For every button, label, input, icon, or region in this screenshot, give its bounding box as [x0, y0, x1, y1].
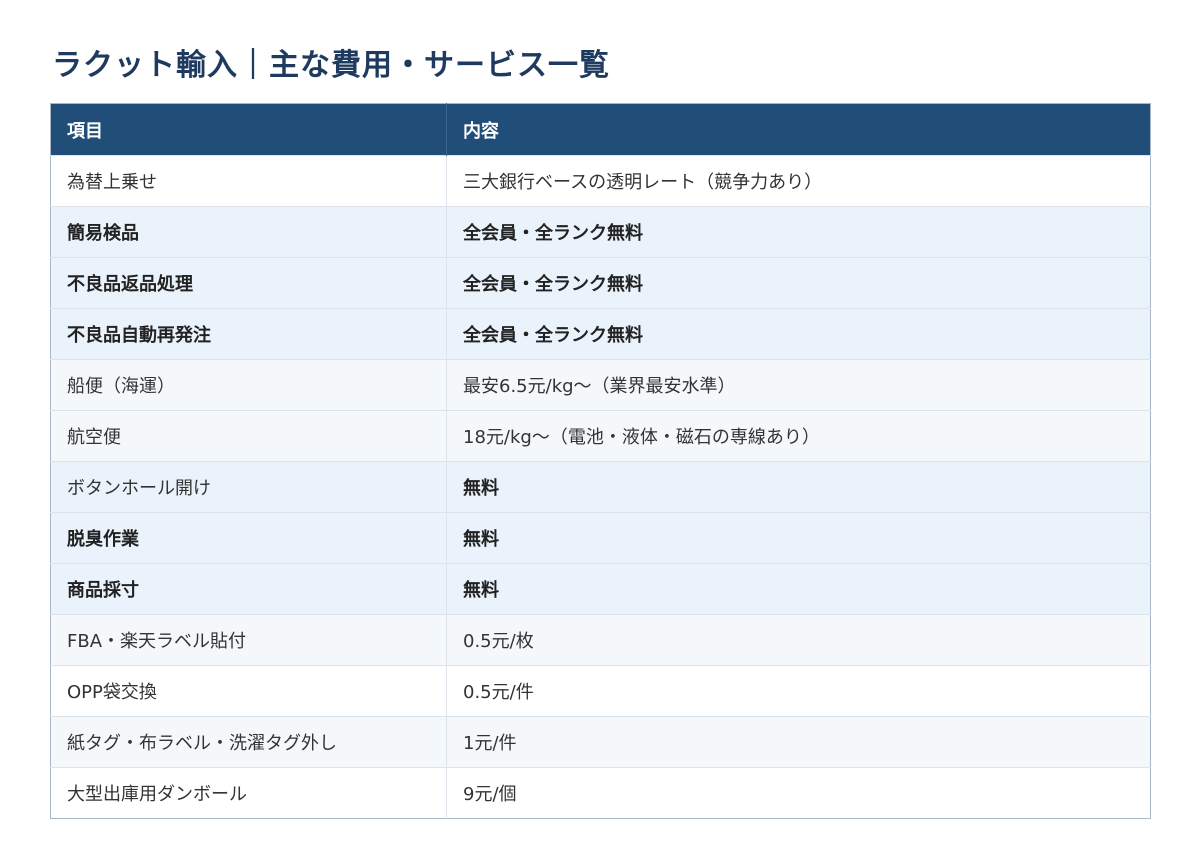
cell-item: 船便（海運） [50, 359, 447, 411]
table-row: 船便（海運） 最安6.5元/kg〜（業界最安水準） [50, 359, 1151, 411]
cell-content: 最安6.5元/kg〜（業界最安水準） [446, 359, 1151, 411]
table-row: 為替上乗せ 三大銀行ベースの透明レート（競争力あり） [50, 155, 1151, 207]
cell-content: 0.5元/件 [446, 665, 1151, 717]
cell-content: 無料 [446, 563, 1151, 615]
cell-content: 全会員・全ランク無料 [446, 308, 1151, 360]
cell-item: OPP袋交換 [50, 665, 447, 717]
table-row: 不良品自動再発注 全会員・全ランク無料 [50, 308, 1151, 360]
table-row: 大型出庫用ダンボール 9元/個 [50, 767, 1151, 819]
cell-content: 1元/件 [446, 716, 1151, 768]
table-row: ボタンホール開け 無料 [50, 461, 1151, 513]
cell-item: 商品採寸 [50, 563, 447, 615]
cell-item: 大型出庫用ダンボール [50, 767, 447, 819]
table-row: OPP袋交換 0.5元/件 [50, 665, 1151, 717]
table-row: 不良品返品処理 全会員・全ランク無料 [50, 257, 1151, 309]
cell-item: 航空便 [50, 410, 447, 462]
cell-content: 全会員・全ランク無料 [446, 206, 1151, 258]
table-row: 紙タグ・布ラベル・洗濯タグ外し 1元/件 [50, 716, 1151, 768]
cell-item: 為替上乗せ [50, 155, 447, 207]
table-row: 商品採寸 無料 [50, 563, 1151, 615]
cell-content: 全会員・全ランク無料 [446, 257, 1151, 309]
table-body: 為替上乗せ 三大銀行ベースの透明レート（競争力あり） 簡易検品 全会員・全ランク無料不… [50, 155, 1151, 819]
header-content: 内容 [446, 103, 1151, 156]
fee-table: 項目 内容 為替上乗せ 三大銀行ベースの透明レート（競争力あり） 簡易検品 全会員・全… [50, 103, 1151, 819]
table-row: 簡易検品 全会員・全ランク無料 [50, 206, 1151, 258]
cell-item: ボタンホール開け [50, 461, 447, 513]
cell-item: FBA・楽天ラベル貼付 [50, 614, 447, 666]
cell-content: 9元/個 [446, 767, 1151, 819]
cell-content: 0.5元/枚 [446, 614, 1151, 666]
header-row: 項目 内容 [50, 103, 1151, 156]
cell-item: 紙タグ・布ラベル・洗濯タグ外し [50, 716, 447, 768]
table-row: FBA・楽天ラベル貼付 0.5元/枚 [50, 614, 1151, 666]
table-header: 項目 内容 [50, 103, 1151, 156]
cell-item: 簡易検品 [50, 206, 447, 258]
page-title: ラクット輸入｜主な費用・サービス一覧 [52, 48, 610, 83]
cell-item: 脱臭作業 [50, 512, 447, 564]
cell-content: 三大銀行ベースの透明レート（競争力あり） [446, 155, 1151, 207]
cell-content: 18元/kg〜（電池・液体・磁石の専線あり） [446, 410, 1151, 462]
cell-item: 不良品返品処理 [50, 257, 447, 309]
table-row: 脱臭作業 無料 [50, 512, 1151, 564]
cell-content: 無料 [446, 512, 1151, 564]
cell-item: 不良品自動再発注 [50, 308, 447, 360]
table-row: 航空便 18元/kg〜（電池・液体・磁石の専線あり） [50, 410, 1151, 462]
cell-content: 無料 [446, 461, 1151, 513]
header-item: 項目 [50, 103, 447, 156]
